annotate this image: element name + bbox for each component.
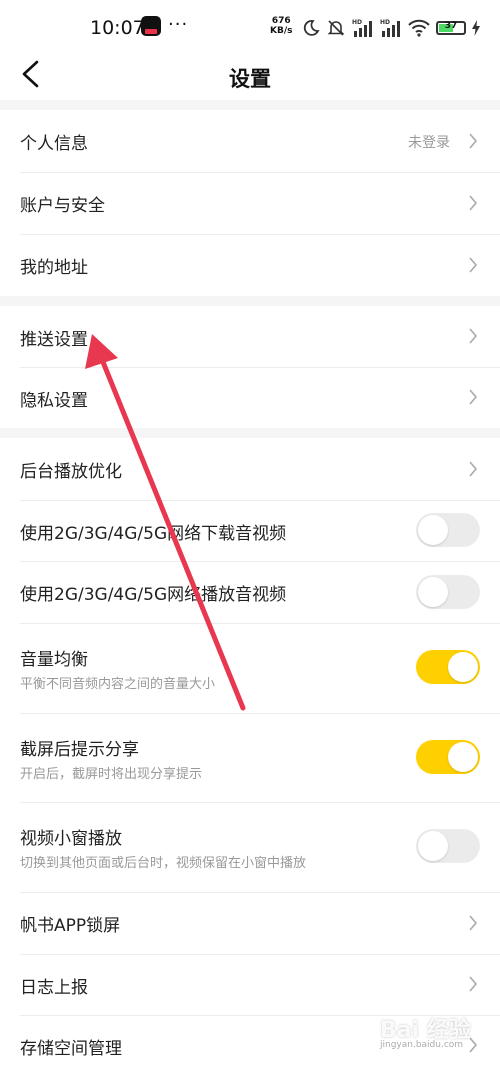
watermark-url: jingyan.baidu.com <box>380 1040 464 1050</box>
chevron-right-icon <box>469 257 478 273</box>
row-label: 截屏后提示分享 <box>20 740 139 760</box>
nav-header: 设置 <box>0 56 500 100</box>
settings-row-push[interactable]: 推送设置 <box>0 306 500 367</box>
row-label: 使用2G/3G/4G/5G网络下载音视频 <box>20 524 287 544</box>
settings-row-screenshot-share: 截屏后提示分享 开启后，截屏时将出现分享提示 <box>0 713 500 802</box>
charging-bolt-icon <box>472 20 480 36</box>
settings-row-log-report[interactable]: 日志上报 <box>0 954 500 1015</box>
page-title: 设置 <box>229 67 271 91</box>
settings-row-background-playback[interactable]: 后台播放优化 <box>0 438 500 500</box>
muted-bell-icon <box>327 20 345 36</box>
volume-balance-toggle[interactable] <box>416 650 480 684</box>
battery-level: 37 <box>444 21 458 31</box>
chevron-right-icon <box>469 328 478 344</box>
row-label: 音量均衡 <box>20 650 88 670</box>
network-speed: 676 KB/s <box>270 16 292 36</box>
settings-row-volume-balance: 音量均衡 平衡不同音频内容之间的音量大小 <box>0 623 500 713</box>
privacy-settings-group: 推送设置 隐私设置 <box>0 306 500 428</box>
do-not-disturb-moon-icon <box>303 20 320 36</box>
settings-row-address[interactable]: 我的地址 <box>0 234 500 296</box>
row-label: 日志上报 <box>20 978 88 998</box>
settings-row-mobile-download: 使用2G/3G/4G/5G网络下载音视频 <box>0 500 500 561</box>
row-label: 帆书APP锁屏 <box>20 916 121 936</box>
row-description: 切换到其他页面或后台时，视频保留在小窗中播放 <box>20 856 307 871</box>
row-description: 开启后，截屏时将出现分享提示 <box>20 767 203 782</box>
row-label: 我的地址 <box>20 258 88 278</box>
row-label: 隐私设置 <box>20 391 88 411</box>
row-label: 推送设置 <box>20 330 88 350</box>
playback-settings-group: 后台播放优化 使用2G/3G/4G/5G网络下载音视频 使用2G/3G/4G/5… <box>0 438 500 1074</box>
hd-label: HD <box>380 19 390 26</box>
account-settings-group: 个人信息 未登录 账户与安全 我的地址 <box>0 110 500 296</box>
chevron-right-icon <box>469 389 478 405</box>
settings-row-mini-window: 视频小窗播放 切换到其他页面或后台时，视频保留在小窗中播放 <box>0 802 500 892</box>
signal-hd-2-icon: HD <box>380 19 400 37</box>
wifi-icon <box>408 19 430 37</box>
mobile-download-toggle[interactable] <box>416 513 480 547</box>
hd-label: HD <box>352 19 362 26</box>
settings-row-app-lock[interactable]: 帆书APP锁屏 <box>0 892 500 954</box>
network-speed-value: 676 <box>271 16 291 26</box>
more-notifications-icon: ··· <box>168 14 189 35</box>
signal-hd-1-icon: HD <box>352 19 372 37</box>
row-label: 个人信息 <box>20 134 88 154</box>
status-time: 10:07 <box>90 17 145 39</box>
mobile-playback-toggle[interactable] <box>416 575 480 609</box>
tiktok-app-icon <box>141 16 161 36</box>
status-icons: HD HD 37 <box>302 16 480 40</box>
settings-row-privacy[interactable]: 隐私设置 <box>0 367 500 428</box>
chevron-right-icon <box>469 133 478 149</box>
row-label: 存储空间管理 <box>20 1039 122 1059</box>
row-label: 账户与安全 <box>20 196 105 216</box>
network-speed-unit: KB/s <box>270 26 293 36</box>
row-label: 视频小窗播放 <box>20 829 122 849</box>
mini-window-toggle[interactable] <box>416 829 480 863</box>
battery-icon: 37 <box>436 21 466 35</box>
screenshot-share-toggle[interactable] <box>416 740 480 774</box>
row-label: 后台播放优化 <box>20 462 122 482</box>
chevron-right-icon <box>469 915 478 931</box>
settings-row-account-security[interactable]: 账户与安全 <box>0 172 500 234</box>
status-bar: 10:07 ··· 676 KB/s HD HD 37 <box>0 0 500 56</box>
login-status-value: 未登录 <box>408 135 450 151</box>
settings-row-profile[interactable]: 个人信息 未登录 <box>0 110 500 172</box>
baidu-jingyan-watermark: Bai 经验 jingyan.baidu.com <box>380 1012 486 1056</box>
row-description: 平衡不同音频内容之间的音量大小 <box>20 677 216 692</box>
chevron-right-icon <box>469 195 478 211</box>
row-label: 使用2G/3G/4G/5G网络播放音视频 <box>20 585 287 605</box>
chevron-right-icon <box>469 461 478 477</box>
chevron-right-icon <box>469 976 478 992</box>
settings-row-mobile-playback: 使用2G/3G/4G/5G网络播放音视频 <box>0 561 500 623</box>
